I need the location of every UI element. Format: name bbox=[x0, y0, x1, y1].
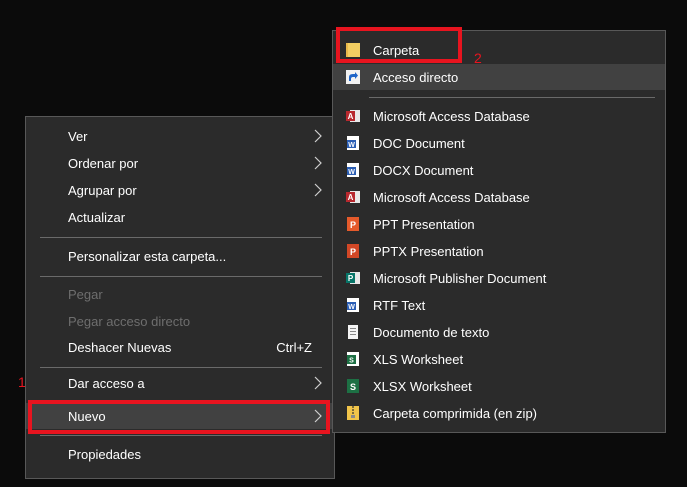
menu-separator bbox=[40, 237, 322, 238]
menu-item-propiedades[interactable]: Propiedades bbox=[26, 441, 334, 467]
new-item-docx-document[interactable]: W DOCX Document bbox=[333, 157, 665, 183]
new-item-label: XLS Worksheet bbox=[373, 351, 464, 367]
menu-item-label: Deshacer Nuevas bbox=[68, 339, 172, 355]
menu-item-ordenar-por[interactable]: Ordenar por bbox=[26, 150, 334, 176]
new-submenu: Carpeta Acceso directo A Microsoft Acces… bbox=[332, 30, 666, 433]
menu-item-label: Actualizar bbox=[68, 209, 126, 225]
menu-separator bbox=[40, 276, 322, 277]
annotation-box-nuevo bbox=[28, 400, 330, 434]
menu-item-personalizar-carpeta[interactable]: Personalizar esta carpeta... bbox=[26, 243, 334, 269]
powerpoint-icon: P bbox=[345, 243, 361, 259]
new-item-access-database-2[interactable]: A Microsoft Access Database bbox=[333, 184, 665, 210]
menu-item-label: Personalizar esta carpeta... bbox=[68, 248, 227, 264]
menu-item-agrupar-por[interactable]: Agrupar por bbox=[26, 177, 334, 203]
svg-text:P: P bbox=[350, 247, 356, 257]
annotation-box-carpeta bbox=[336, 27, 462, 63]
annotation-number-2: 2 bbox=[474, 50, 482, 66]
new-item-label: Carpeta comprimida (en zip) bbox=[373, 405, 538, 421]
new-item-doc-document[interactable]: W DOC Document bbox=[333, 130, 665, 156]
chevron-right-icon bbox=[314, 156, 322, 170]
word-icon: W bbox=[345, 297, 361, 313]
chevron-right-icon bbox=[314, 129, 322, 143]
access-icon: A bbox=[345, 108, 361, 124]
menu-item-pegar: Pegar bbox=[26, 281, 334, 307]
menu-item-dar-acceso[interactable]: Dar acceso a bbox=[26, 370, 334, 396]
new-item-rtf-text[interactable]: W RTF Text bbox=[333, 292, 665, 318]
new-item-label: XLSX Worksheet bbox=[373, 378, 472, 394]
new-item-label: Microsoft Access Database bbox=[373, 189, 530, 205]
new-item-xls-worksheet[interactable]: S XLS Worksheet bbox=[333, 346, 665, 372]
new-item-acceso-directo[interactable]: Acceso directo bbox=[333, 64, 665, 90]
svg-text:A: A bbox=[348, 112, 354, 121]
text-document-icon bbox=[345, 324, 361, 340]
svg-text:A: A bbox=[348, 193, 354, 202]
menu-item-ver[interactable]: Ver bbox=[26, 123, 334, 149]
svg-text:W: W bbox=[348, 304, 355, 311]
new-item-label: PPTX Presentation bbox=[373, 243, 484, 259]
menu-item-pegar-acceso-directo: Pegar acceso directo bbox=[26, 308, 334, 334]
svg-text:S: S bbox=[349, 358, 354, 365]
new-item-label: Acceso directo bbox=[373, 69, 459, 85]
svg-text:P: P bbox=[348, 274, 354, 283]
annotation-number-1: 1 bbox=[18, 374, 26, 390]
menu-separator bbox=[40, 435, 322, 436]
new-item-xlsx-worksheet[interactable]: S XLSX Worksheet bbox=[333, 373, 665, 399]
chevron-right-icon bbox=[314, 183, 322, 197]
menu-item-label: Agrupar por bbox=[68, 182, 137, 198]
new-item-pptx-presentation[interactable]: P PPTX Presentation bbox=[333, 238, 665, 264]
powerpoint-icon: P bbox=[345, 216, 361, 232]
menu-item-deshacer-nuevas[interactable]: Deshacer Nuevas Ctrl+Z bbox=[26, 334, 334, 360]
word-icon: W bbox=[345, 162, 361, 178]
shortcut-icon bbox=[345, 69, 361, 85]
new-item-publisher-document[interactable]: P Microsoft Publisher Document bbox=[333, 265, 665, 291]
excel-icon: S bbox=[345, 351, 361, 367]
new-item-label: DOCX Document bbox=[373, 162, 474, 178]
new-item-label: Documento de texto bbox=[373, 324, 490, 340]
svg-text:W: W bbox=[348, 169, 355, 176]
svg-text:S: S bbox=[350, 382, 356, 392]
new-item-ppt-presentation[interactable]: P PPT Presentation bbox=[333, 211, 665, 237]
new-item-carpeta-comprimida[interactable]: Carpeta comprimida (en zip) bbox=[333, 400, 665, 426]
chevron-right-icon bbox=[314, 376, 322, 390]
new-item-label: Microsoft Access Database bbox=[373, 108, 530, 124]
new-item-label: PPT Presentation bbox=[373, 216, 475, 232]
new-item-label: DOC Document bbox=[373, 135, 465, 151]
new-item-documento-texto[interactable]: Documento de texto bbox=[333, 319, 665, 345]
menu-separator bbox=[369, 97, 655, 98]
word-icon: W bbox=[345, 135, 361, 151]
menu-item-label: Ordenar por bbox=[68, 155, 139, 171]
menu-item-label: Pegar acceso directo bbox=[68, 313, 191, 329]
new-item-label: Microsoft Publisher Document bbox=[373, 270, 547, 286]
publisher-icon: P bbox=[345, 270, 361, 286]
new-item-label: RTF Text bbox=[373, 297, 426, 313]
menu-separator bbox=[40, 367, 322, 368]
new-item-access-database[interactable]: A Microsoft Access Database bbox=[333, 103, 665, 129]
access-icon: A bbox=[345, 189, 361, 205]
zip-folder-icon bbox=[345, 405, 361, 421]
shortcut-label: Ctrl+Z bbox=[276, 339, 312, 355]
menu-item-label: Propiedades bbox=[68, 446, 141, 462]
menu-item-label: Dar acceso a bbox=[68, 375, 145, 391]
svg-text:W: W bbox=[348, 142, 355, 149]
menu-item-label: Ver bbox=[68, 128, 88, 144]
excel-icon: S bbox=[345, 378, 361, 394]
menu-item-actualizar[interactable]: Actualizar bbox=[26, 204, 334, 230]
menu-item-label: Pegar bbox=[68, 286, 103, 302]
svg-text:P: P bbox=[350, 220, 356, 230]
